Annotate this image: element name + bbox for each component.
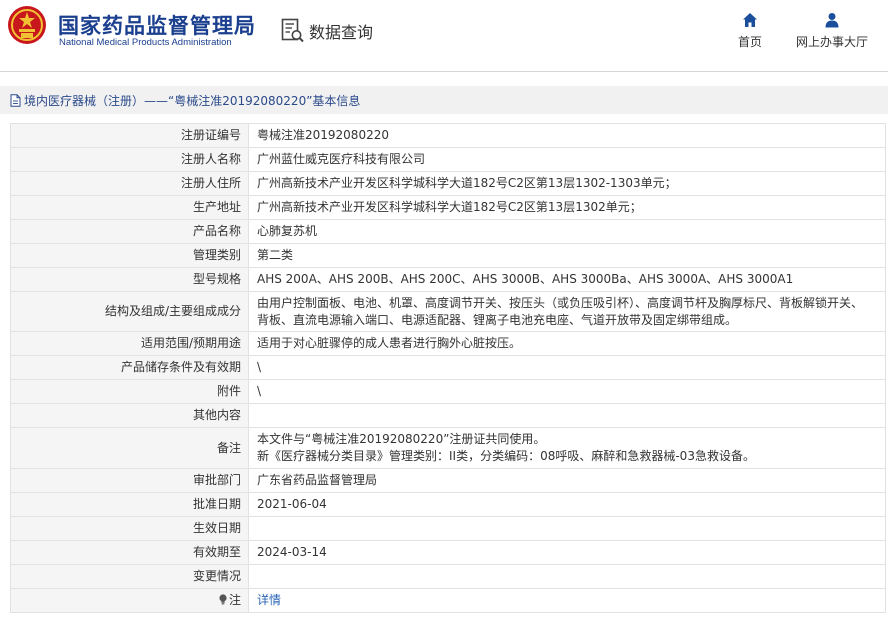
- field-label: 结构及组成/主要组成成分: [10, 291, 249, 332]
- table-row: 其他内容: [10, 403, 886, 428]
- lightbulb-icon: [219, 594, 227, 605]
- table-row: 型号规格 AHS 200A、AHS 200B、AHS 200C、AHS 3000…: [10, 267, 886, 292]
- site-logo-title: 国家药品监督管理局: [58, 14, 256, 38]
- field-label: 注册人名称: [10, 147, 249, 172]
- breadcrumb: 境内医疗器械（注册）——“粤械注准20192080220”基本信息: [0, 86, 888, 114]
- changes-value: [248, 564, 886, 589]
- note-label: 注: [228, 593, 241, 607]
- header-divider: [0, 71, 888, 72]
- table-row: 管理类别 第二类: [10, 243, 886, 268]
- field-label: 批准日期: [10, 492, 249, 517]
- field-label: 生产地址: [10, 195, 249, 220]
- model-spec-value: AHS 200A、AHS 200B、AHS 200C、AHS 3000B、AHS…: [248, 267, 886, 292]
- table-row: 变更情况: [10, 564, 886, 589]
- table-row: 审批部门 广东省药品监督管理局: [10, 468, 886, 493]
- field-label: 型号规格: [10, 267, 249, 292]
- table-row: 产品名称 心肺复苏机: [10, 219, 886, 244]
- field-label: 注册证编号: [10, 123, 249, 148]
- registration-no-value: 粤械注准20192080220: [248, 123, 886, 148]
- nav-home-label: 首页: [738, 35, 763, 49]
- other-value: [248, 403, 886, 428]
- data-query-label: 数据查询: [309, 23, 374, 42]
- field-label: 其他内容: [10, 403, 249, 428]
- field-label: 备注: [10, 427, 249, 469]
- table-row: 注册人名称 广州蓝仕威克医疗科技有限公司: [10, 147, 886, 172]
- remarks-value: 本文件与“粤械注准20192080220”注册证共同使用。 新《医疗器械分类目录…: [248, 427, 886, 469]
- management-class-value: 第二类: [248, 243, 886, 268]
- data-query-title: 数据查询: [281, 16, 373, 46]
- field-label: 产品储存条件及有效期: [10, 355, 249, 380]
- nav-online-hall-label: 网上办事大厅: [796, 35, 869, 49]
- table-row: 产品储存条件及有效期 \: [10, 355, 886, 380]
- effective-date-value: [248, 516, 886, 541]
- table-row: 结构及组成/主要组成成分 由用户控制面板、电池、机罩、高度调节开关、按压头（或负…: [10, 291, 886, 332]
- document-icon: [10, 93, 21, 107]
- document-search-icon: [281, 18, 304, 43]
- table-row: 有效期至 2024-03-14: [10, 540, 886, 565]
- structure-line-2: 背板、直流电源输入端口、电源适配器、锂离子电池充电座、气道开放带及固定绑带组成。: [257, 312, 738, 327]
- approval-dept-value: 广东省药品监督管理局: [248, 468, 886, 493]
- breadcrumb-text: 境内医疗器械（注册）——“粤械注准20192080220”基本信息: [24, 93, 361, 108]
- note-value: 详情: [248, 588, 886, 613]
- field-label: 适用范围/预期用途: [10, 331, 249, 356]
- field-label: 产品名称: [10, 219, 249, 244]
- field-label: 注册人住所: [10, 171, 249, 196]
- table-row: 注 详情: [10, 588, 886, 613]
- table-row: 附件 \: [10, 379, 886, 404]
- structure-line-1: 由用户控制面板、电池、机罩、高度调节开关、按压头（或负压吸引杯）、高度调节杆及胸…: [257, 295, 864, 310]
- remarks-line-2: 新《医疗器械分类目录》管理类别：II类，分类编码：08呼吸、麻醉和急救器械-03…: [257, 449, 755, 463]
- site-logo-subtitle: National Medical Products Administration: [59, 37, 232, 48]
- attachment-value: \: [248, 379, 886, 404]
- field-label: 管理类别: [10, 243, 249, 268]
- field-label: 审批部门: [10, 468, 249, 493]
- registrant-name-value: 广州蓝仕威克医疗科技有限公司: [248, 147, 886, 172]
- national-emblem-icon: [8, 6, 46, 44]
- registration-info-table: 注册证编号 粤械注准20192080220 注册人名称 广州蓝仕威克医疗科技有限…: [10, 123, 886, 613]
- table-row: 生产地址 广州高新技术产业开发区科学城科学大道182号C2区第13层1302单元…: [10, 195, 886, 220]
- nav-home-button[interactable]: 首页: [738, 12, 762, 50]
- field-label: 有效期至: [10, 540, 249, 565]
- production-address-value: 广州高新技术产业开发区科学城科学大道182号C2区第13层1302单元；: [248, 195, 886, 220]
- user-icon: [825, 13, 839, 28]
- valid-until-value: 2024-03-14: [248, 540, 886, 565]
- registrant-address-value: 广州高新技术产业开发区科学城科学大道182号C2区第13层1302-1303单元…: [248, 171, 886, 196]
- product-name-value: 心肺复苏机: [248, 219, 886, 244]
- structure-value: 由用户控制面板、电池、机罩、高度调节开关、按压头（或负压吸引杯）、高度调节杆及胸…: [248, 291, 886, 332]
- table-row: 生效日期: [10, 516, 886, 541]
- table-row: 备注 本文件与“粤械注准20192080220”注册证共同使用。 新《医疗器械分…: [10, 427, 886, 469]
- approval-date-value: 2021-06-04: [248, 492, 886, 517]
- intended-use-value: 适用于对心脏骤停的成人患者进行胸外心脏按压。: [248, 331, 886, 356]
- details-link[interactable]: 详情: [257, 593, 281, 607]
- remarks-line-1: 本文件与“粤械注准20192080220”注册证共同使用。: [257, 432, 546, 446]
- table-row: 适用范围/预期用途 适用于对心脏骤停的成人患者进行胸外心脏按压。: [10, 331, 886, 356]
- field-label: 变更情况: [10, 564, 249, 589]
- home-icon: [743, 13, 757, 27]
- nav-online-hall-button[interactable]: 网上办事大厅: [796, 12, 868, 50]
- table-row: 注册人住所 广州高新技术产业开发区科学城科学大道182号C2区第13层1302-…: [10, 171, 886, 196]
- table-row: 批准日期 2021-06-04: [10, 492, 886, 517]
- field-label: 附件: [10, 379, 249, 404]
- note-label-cell: 注: [10, 588, 249, 613]
- field-label: 生效日期: [10, 516, 249, 541]
- site-header: 国家药品监督管理局 National Medical Products Admi…: [0, 0, 888, 66]
- table-row: 注册证编号 粤械注准20192080220: [10, 123, 886, 148]
- storage-value: \: [248, 355, 886, 380]
